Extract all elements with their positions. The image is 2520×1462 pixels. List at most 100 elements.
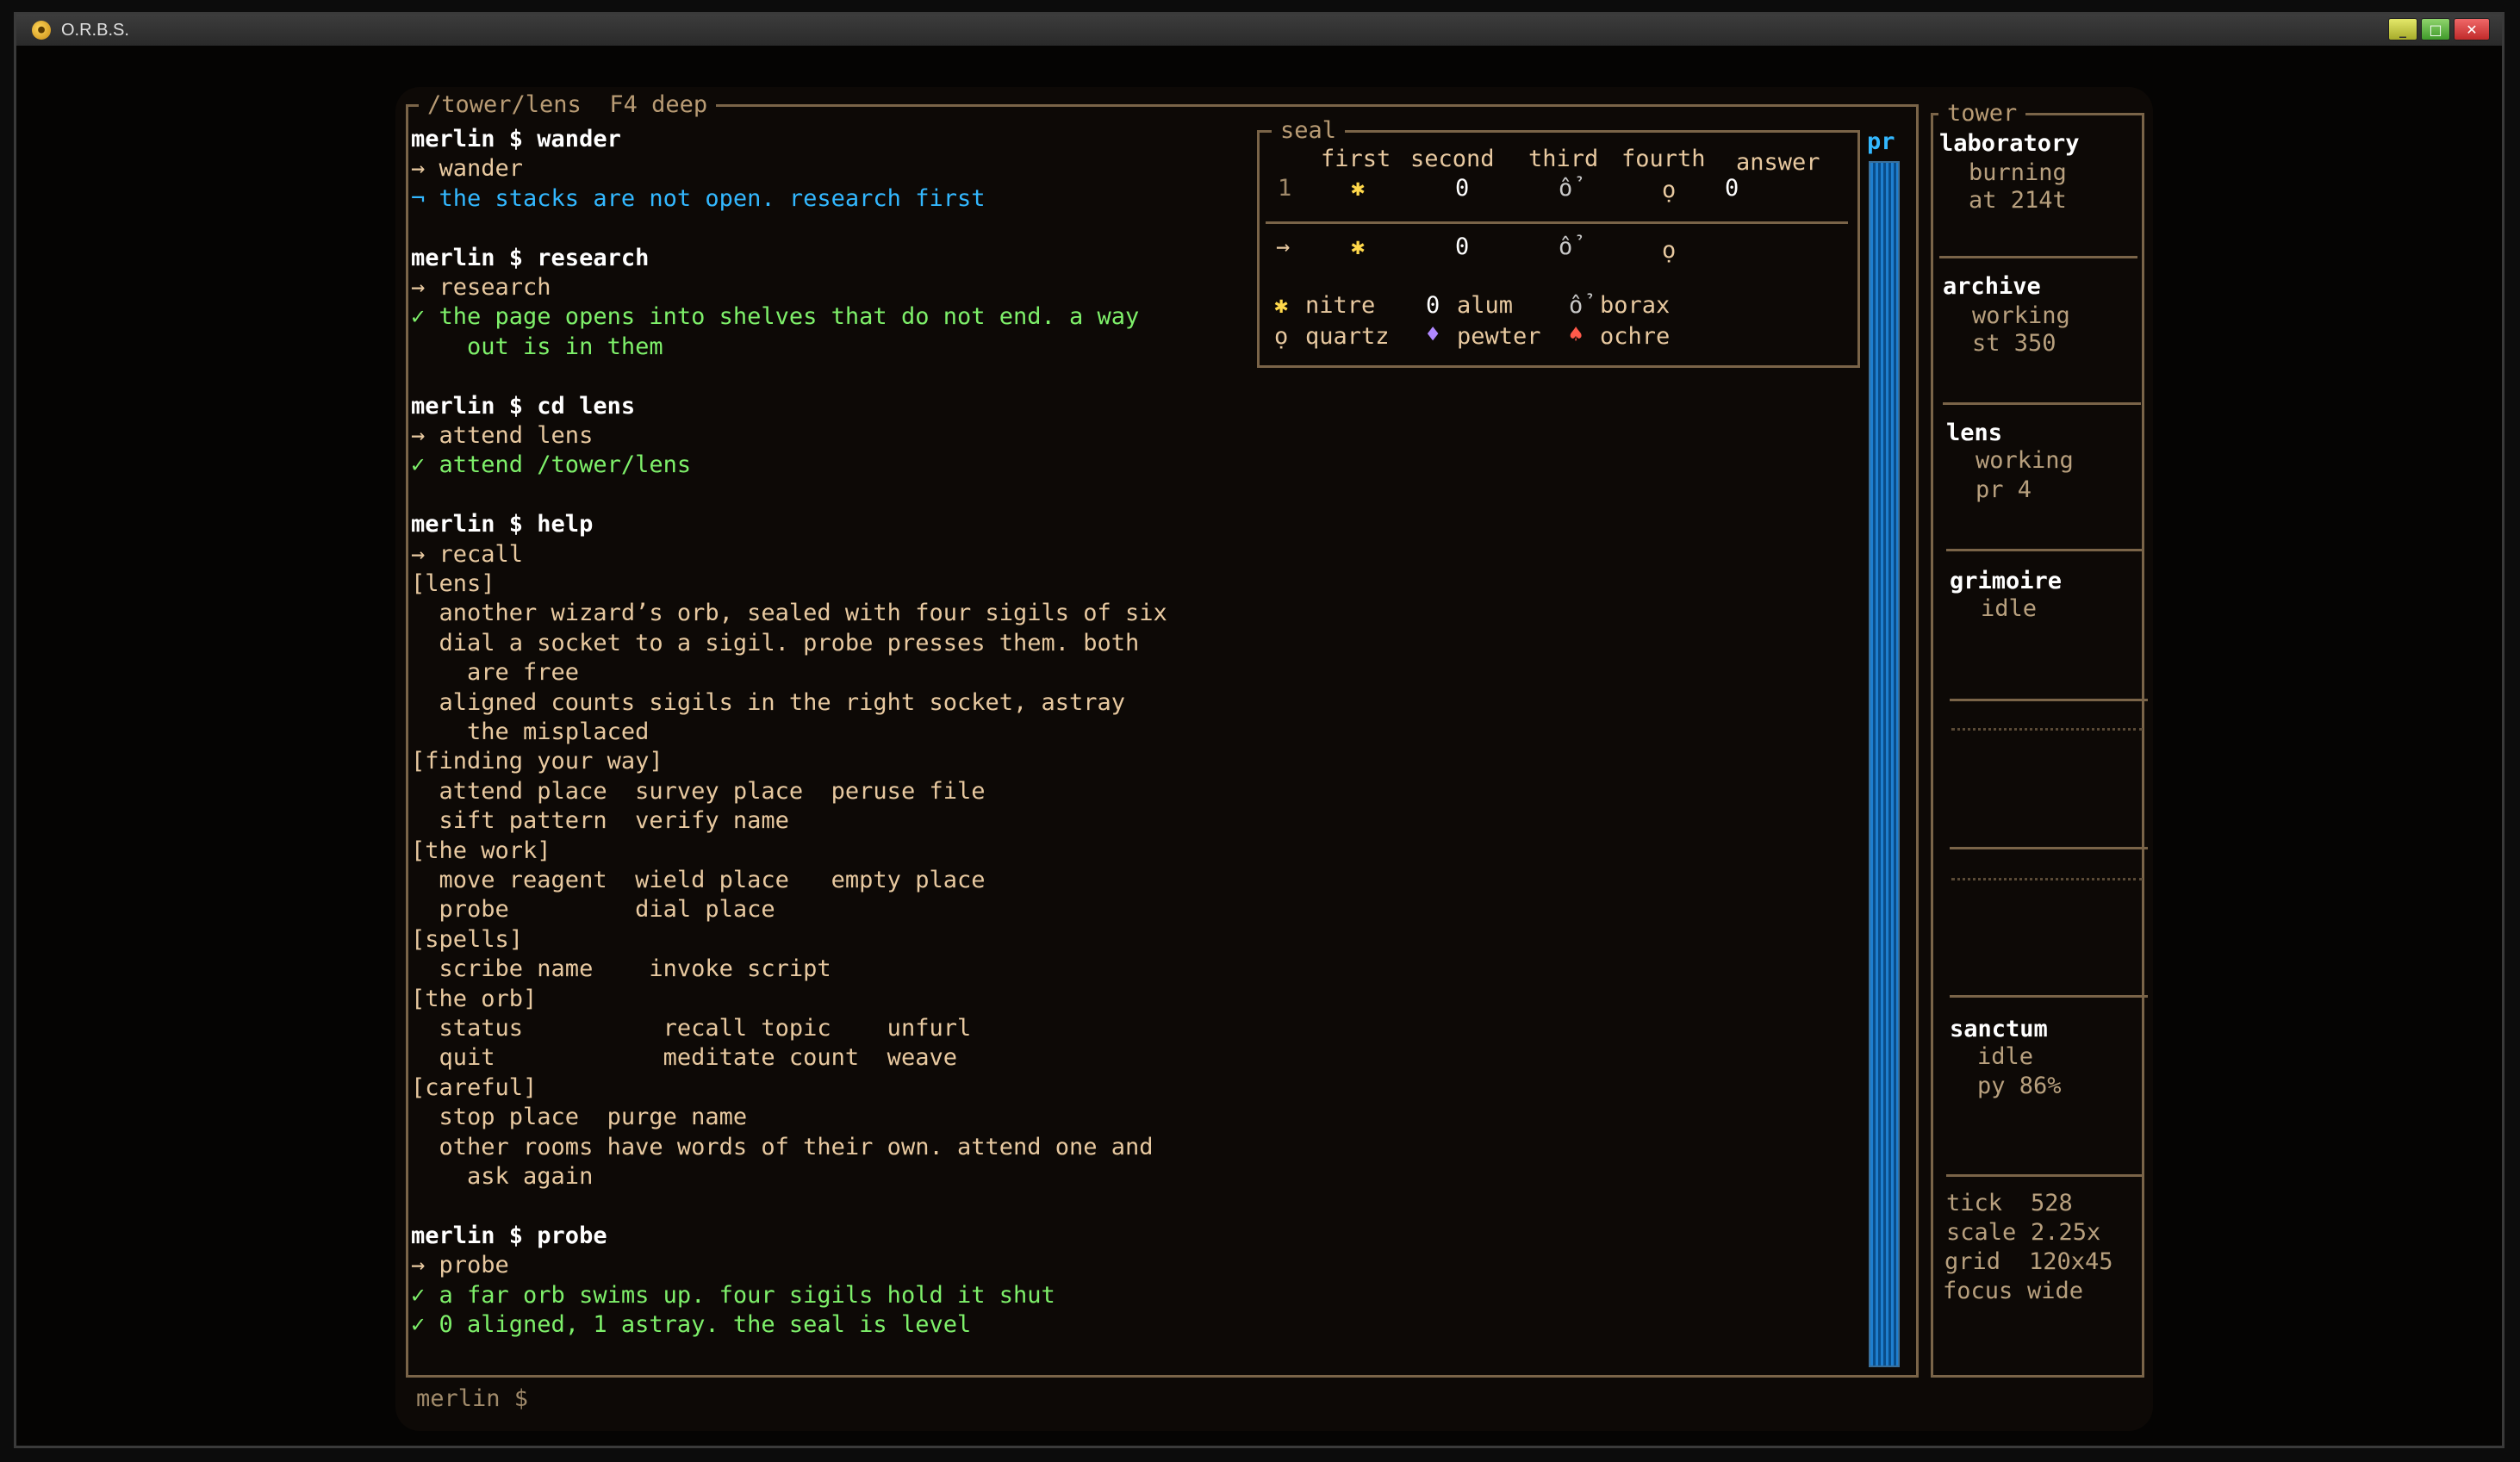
terminal-line: aligned counts sigils in the right socke…	[411, 688, 1126, 716]
seal-divider	[1266, 221, 1848, 224]
empty-slot-divider	[1951, 728, 2143, 731]
terminal-line: merlin $ research	[411, 244, 650, 271]
room-divider	[1950, 847, 2148, 849]
seal-header-third: third	[1528, 146, 1599, 172]
close-button[interactable]: ✕	[2454, 18, 2490, 40]
seal-header-second: second	[1410, 146, 1495, 172]
app-window: ● O.R.B.S. _ □ ✕ /tower/lens F4 deep mer…	[14, 12, 2504, 1448]
seal-row1-third[interactable]: ổ	[1559, 175, 1572, 202]
room-laboratory-detail: at 214t	[1969, 187, 2067, 214]
seal-row1-first[interactable]: ✱	[1351, 175, 1365, 202]
room-divider	[1946, 1174, 2144, 1177]
stat-grid-label: grid	[1944, 1248, 2001, 1275]
legend-alum-label: alum	[1457, 292, 1514, 319]
legend-quartz-glyph: ọ	[1274, 323, 1289, 350]
terminal-line: sift pattern verify name	[411, 807, 789, 835]
legend-borax-glyph: ổ	[1569, 292, 1584, 319]
terminal-line: ✓ the page opens into shelves that do no…	[411, 303, 1140, 331]
progress-label: pr	[1867, 128, 1895, 155]
seal-header-fourth: fourth	[1621, 146, 1706, 172]
terminal-line: [careful]	[411, 1073, 538, 1101]
stat-scale-label: scale	[1946, 1219, 2017, 1246]
window-title: O.R.B.S.	[61, 20, 129, 40]
terminal-line: status recall topic unfurl	[411, 1015, 972, 1042]
terminal-line: [the orb]	[411, 985, 538, 1012]
terminal-frame-title: /tower/lens F4 deep	[419, 91, 717, 118]
terminal-line: other rooms have words of their own. att…	[411, 1133, 1154, 1160]
terminal-line: → recall	[411, 540, 524, 568]
legend-alum-glyph: 0	[1426, 292, 1440, 319]
legend-pewter-glyph: ♦	[1426, 321, 1440, 348]
room-laboratory-name[interactable]: laboratory	[1939, 130, 2080, 157]
room-archive-detail: st 350	[1972, 330, 2056, 357]
terminal-line: merlin $ wander	[411, 126, 621, 152]
legend-nitre-label: nitre	[1305, 292, 1376, 319]
stat-focus-label: focus	[1943, 1278, 2013, 1304]
terminal-line: ✓ attend /tower/lens	[411, 451, 692, 479]
terminal-line: another wizard’s orb, sealed with four s…	[411, 600, 1167, 627]
stat-grid-value: 120x45	[2029, 1248, 2113, 1275]
seal-title: seal	[1272, 117, 1346, 144]
legend-pewter-label: pewter	[1457, 323, 1541, 350]
seal-row1-second[interactable]: 0	[1455, 175, 1469, 202]
crt-screen: /tower/lens F4 deep merlin $ wander → wan…	[395, 87, 2153, 1431]
terminal-line: merlin $ cd lens	[411, 392, 636, 420]
room-grimoire-name[interactable]: grimoire	[1950, 568, 2062, 594]
window-controls: _ □ ✕	[2388, 18, 2490, 40]
terminal-line: → probe	[411, 1252, 509, 1279]
seal-input-second[interactable]: 0	[1455, 233, 1469, 260]
stat-focus-value: wide	[2027, 1278, 2084, 1304]
legend-nitre-glyph: ✱	[1274, 292, 1289, 319]
terminal-line: stop place purge name	[411, 1104, 748, 1131]
terminal-line: scribe name invoke script	[411, 955, 831, 983]
seal-row1-answer: 0	[1725, 175, 1739, 202]
room-sanctum-name[interactable]: sanctum	[1950, 1016, 2048, 1042]
stat-tick-value: 528	[2031, 1190, 2073, 1216]
room-sanctum-status: idle	[1977, 1043, 2034, 1070]
room-archive-status: working	[1972, 302, 2070, 329]
terminal-line: attend place survey place peruse file	[411, 777, 986, 805]
maximize-button[interactable]: □	[2421, 18, 2450, 40]
command-prompt[interactable]: merlin $	[416, 1384, 528, 1414]
empty-slot-divider	[1951, 878, 2143, 880]
seal-header-first: first	[1321, 146, 1391, 172]
room-divider	[1950, 995, 2148, 998]
terminal-line: out is in them	[411, 333, 663, 360]
terminal-line: ask again	[411, 1163, 594, 1190]
legend-ochre-glyph: ♠	[1569, 321, 1584, 348]
terminal-line: quit meditate count weave	[411, 1044, 957, 1072]
terminal-line: ¬ the stacks are not open. research firs…	[411, 184, 986, 212]
title-bar[interactable]: ● O.R.B.S. _ □ ✕	[16, 15, 2502, 46]
progress-scrollbar[interactable]	[1869, 161, 1900, 1367]
room-divider	[1946, 549, 2144, 551]
legend-borax-label: borax	[1600, 292, 1671, 319]
room-archive-name[interactable]: archive	[1943, 273, 2041, 300]
seal-input-fourth[interactable]: ọ	[1662, 237, 1676, 264]
room-divider	[1939, 256, 2137, 258]
terminal-line: merlin $ help	[411, 511, 594, 538]
orb-icon: ●	[32, 21, 51, 40]
seal-input-third[interactable]: ổ	[1559, 233, 1572, 260]
terminal-line: the misplaced	[411, 719, 650, 745]
tower-title: tower	[1938, 100, 2026, 127]
minimize-button[interactable]: _	[2388, 18, 2417, 40]
legend-quartz-label: quartz	[1305, 323, 1390, 350]
terminal-line: dial a socket to a sigil. probe presses …	[411, 629, 1140, 656]
terminal-line: ✓ 0 aligned, 1 astray. the seal is level	[411, 1311, 972, 1338]
terminal-line: [finding your way]	[411, 748, 663, 775]
terminal-line: move reagent wield place empty place	[411, 867, 986, 893]
terminal-line: [spells]	[411, 925, 524, 953]
terminal-line: [the work]	[411, 837, 551, 864]
terminal-line: → attend lens	[411, 422, 594, 449]
room-lens-status: working	[1976, 447, 2074, 474]
terminal-output: merlin $ wander → wander ¬ the stacks are …	[411, 125, 1272, 1340]
legend-ochre-label: ochre	[1600, 323, 1671, 350]
room-sanctum-detail: py 86%	[1977, 1073, 2062, 1099]
room-laboratory-status: burning	[1969, 159, 2067, 186]
room-divider	[1950, 699, 2148, 701]
seal-row1-fourth[interactable]: ọ	[1662, 177, 1676, 203]
terminal-line: [lens]	[411, 570, 495, 597]
room-lens-name[interactable]: lens	[1946, 420, 2002, 446]
seal-input-first[interactable]: ✱	[1351, 233, 1365, 260]
terminal-line: are free	[411, 659, 580, 687]
